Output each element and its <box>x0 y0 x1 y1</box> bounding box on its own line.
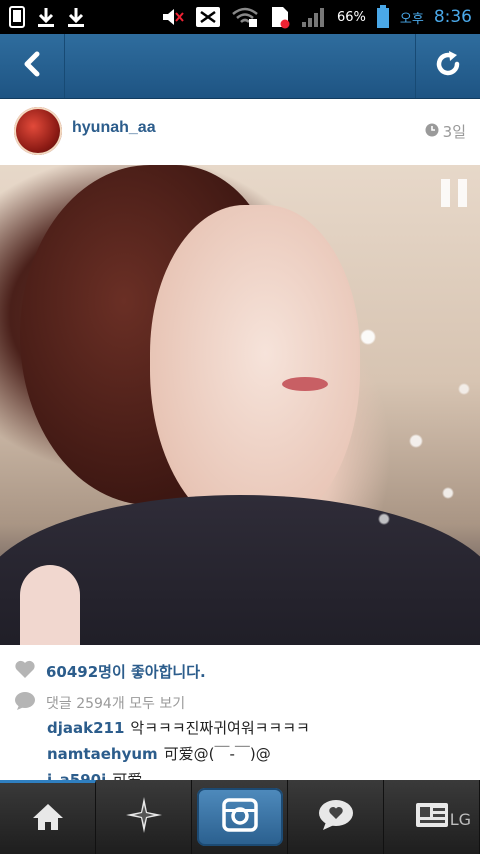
refresh-icon <box>433 49 463 83</box>
signal-icon <box>301 6 327 28</box>
phone-icon <box>8 6 26 28</box>
pause-icon[interactable] <box>441 179 467 207</box>
wifi-icon <box>231 6 259 28</box>
battery-icon <box>376 5 390 29</box>
top-bar <box>0 34 480 99</box>
comment-text: 악ㅋㅋㅋ진짜귀여워ㅋㅋㅋㅋ <box>130 719 310 737</box>
heart-icon <box>14 659 36 683</box>
likes-row[interactable]: 60492명이 좋아합니다. <box>14 659 206 683</box>
time-ago: 3일 <box>442 123 466 141</box>
post-time: 3일 <box>425 121 466 142</box>
camera-icon <box>221 798 258 836</box>
profile-card-icon <box>414 801 450 833</box>
home-icon <box>31 802 65 836</box>
chevron-left-icon <box>21 50 43 82</box>
post-header: hyunah_aa 3일 <box>0 99 480 165</box>
clock-ampm: 오후 <box>399 11 424 27</box>
nav-camera[interactable] <box>192 780 288 854</box>
comment: namtaehyum 可爱@(￣-￣)@ <box>47 743 271 764</box>
nav-home[interactable] <box>0 780 96 854</box>
avatar[interactable] <box>14 107 62 155</box>
lg-watermark: LG <box>449 810 471 829</box>
clock-icon <box>425 123 439 141</box>
likes-count: 60492명이 좋아합니다. <box>46 662 206 681</box>
camera-button[interactable] <box>196 788 283 846</box>
clock-time: 8:36 <box>433 7 472 27</box>
view-all-comments[interactable]: 댓글 2594개 모두 보기 <box>14 691 185 715</box>
view-all-comments-label: 댓글 2594개 모두 보기 <box>46 696 186 712</box>
comment-username[interactable]: djaak211 <box>47 719 124 737</box>
download-icon <box>36 6 56 28</box>
comment-text: 可爱@(￣-￣)@ <box>163 745 271 763</box>
comment-username[interactable]: namtaehyum <box>47 745 158 763</box>
comment-icon <box>14 691 36 715</box>
battery-percent: 66% <box>336 9 366 25</box>
nav-activity[interactable] <box>288 780 384 854</box>
download-icon <box>66 6 86 28</box>
volume-mute-icon <box>161 7 185 27</box>
refresh-button[interactable] <box>415 34 480 98</box>
bottom-nav: LG <box>0 780 480 854</box>
status-bar: 66% 오후 8:36 <box>0 0 480 34</box>
sim-icon <box>269 5 291 29</box>
compass-star-icon <box>124 795 164 839</box>
back-button[interactable] <box>0 34 65 98</box>
post-username[interactable]: hyunah_aa <box>72 119 156 137</box>
nav-explore[interactable] <box>96 780 192 854</box>
game-icon <box>195 6 221 28</box>
post-video[interactable] <box>0 165 480 645</box>
nav-profile[interactable]: LG <box>384 780 480 854</box>
comment: djaak211 악ㅋㅋㅋ진짜귀여워ㅋㅋㅋㅋ <box>47 717 310 738</box>
speech-heart-icon <box>317 798 355 836</box>
